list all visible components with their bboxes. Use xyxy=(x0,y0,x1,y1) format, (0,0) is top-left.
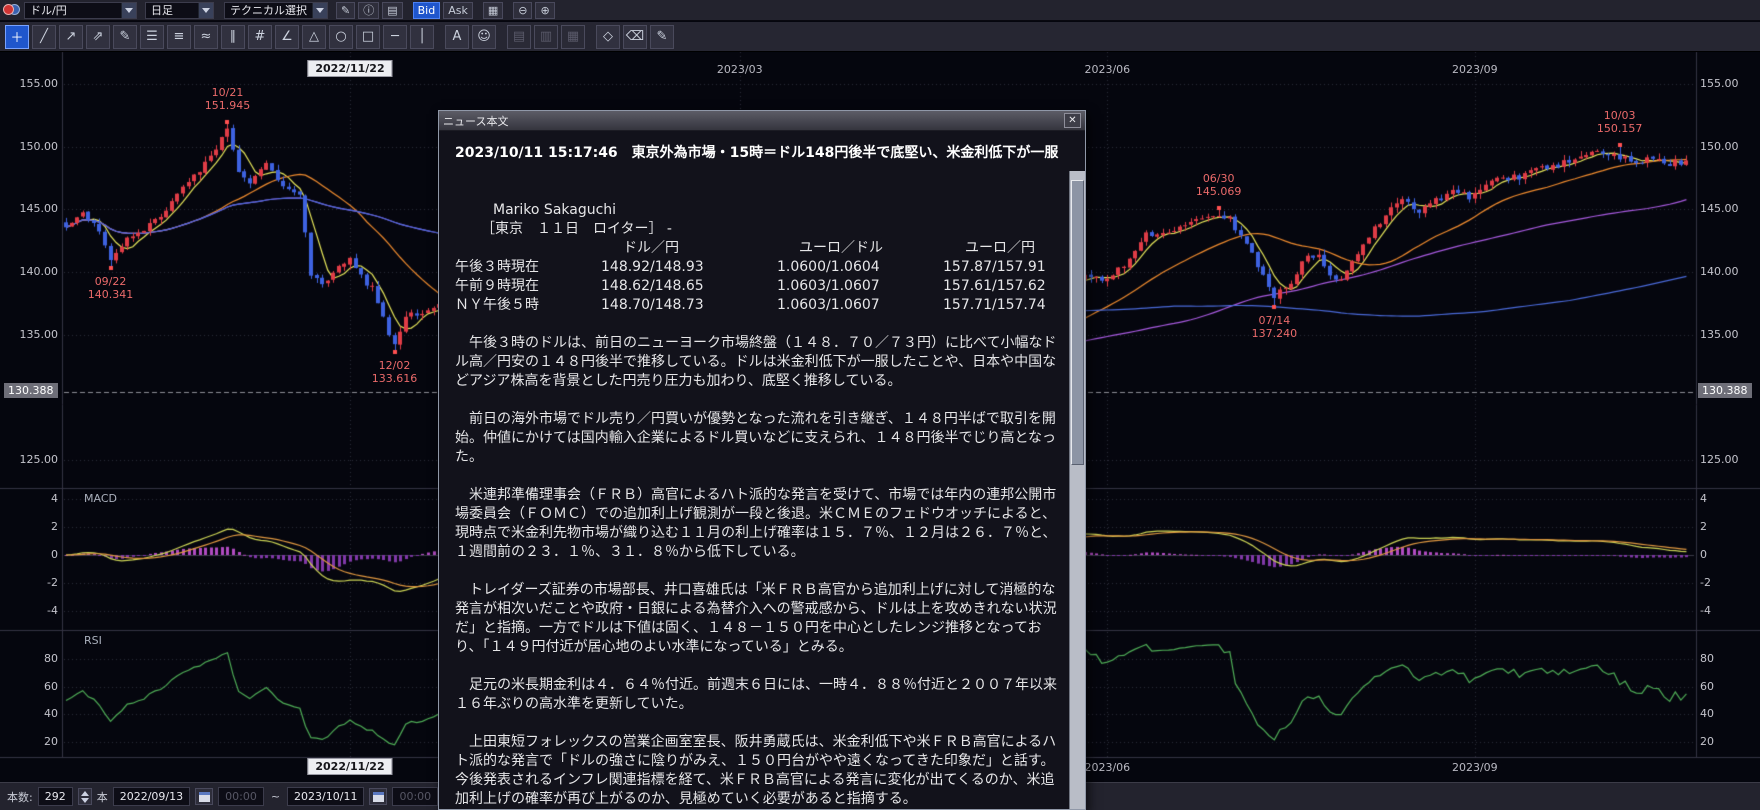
info-button[interactable]: ⓘ xyxy=(358,2,379,19)
bar-count-label: 本数: xyxy=(7,789,33,805)
news-paragraph: 米連邦準備理事会（ＦＲＢ）高官によるハト派的な発言を受けて、市場では年内の連邦公… xyxy=(455,486,1061,562)
news-paragraph: 足元の米長期金利は４．６４％付近。前週末６日には、一時４．８８％付近と２００７年… xyxy=(455,676,1061,714)
chevron-down-icon[interactable] xyxy=(198,3,213,18)
select-shape-tool[interactable]: ◇ xyxy=(596,25,620,49)
news-byline-line: ［東京 １１日 ロイター］ - xyxy=(481,220,1061,239)
rates-cell: 157.71/157.74 xyxy=(943,296,1069,315)
parallel-lines-tool[interactable]: ∥ xyxy=(221,25,245,49)
rates-cell: 午前９時現在 xyxy=(455,277,601,296)
currency-pair-icon xyxy=(3,3,21,17)
technical-selector-value: テクニカル選択 xyxy=(225,3,312,18)
ask-button[interactable]: Ask xyxy=(443,2,473,19)
news-paragraph: 上田東短フォレックスの営業企画室室長、阪井勇蔵氏は、米金利低下や米ＦＲＢ高官によ… xyxy=(455,733,1061,809)
calendar-icon[interactable] xyxy=(195,788,213,805)
angle-line-tool[interactable]: ∠ xyxy=(275,25,299,49)
drawing-settings-tool[interactable]: ✎ xyxy=(650,25,674,49)
icon-stamp-tool[interactable]: ☺ xyxy=(472,25,496,49)
news-byline-line: Mariko Sakaguchi xyxy=(493,201,1061,220)
grid-lines-tool[interactable]: # xyxy=(248,25,272,49)
rates-cell: 午後３時現在 xyxy=(455,258,601,277)
from-date-field[interactable]: 2022/09/13 xyxy=(113,787,190,806)
crosshair-tool[interactable]: ＋ xyxy=(5,25,29,49)
news-article-body: Mariko Sakaguchi［東京 １１日 ロイター］ -ドル／円ユーロ／ド… xyxy=(439,171,1069,809)
grid-settings-button[interactable]: ▦ xyxy=(483,2,503,19)
from-time-field[interactable]: 00:00 xyxy=(218,787,264,806)
rates-header-cell: ユーロ／ドル xyxy=(777,239,943,258)
rates-cell: 1.0603/1.0607 xyxy=(777,277,943,296)
rates-cell: 1.0603/1.0607 xyxy=(777,296,943,315)
scrollbar-thumb[interactable] xyxy=(1071,180,1084,465)
stepper-down-icon[interactable] xyxy=(81,798,89,803)
rates-cell: 157.87/157.91 xyxy=(943,258,1069,277)
layer-back-tool: ▥ xyxy=(534,25,558,49)
timeframe-selector[interactable]: 日足 xyxy=(145,2,214,19)
rates-header-cell: ユーロ／円 xyxy=(943,239,1069,258)
toolbar-button-row: ✎ⓘ▤ BidAsk ▦ ⊖⊕ xyxy=(336,2,555,19)
extended-line-tool[interactable]: ⇗ xyxy=(86,25,110,49)
zoom-in-button[interactable]: ⊕ xyxy=(535,2,554,19)
bar-unit-label: 本 xyxy=(97,789,108,805)
ray-line-tool[interactable]: ↗ xyxy=(59,25,83,49)
rates-header-cell xyxy=(455,239,601,258)
bid-button[interactable]: Bid xyxy=(413,2,441,19)
vertical-segment-tool[interactable]: │ xyxy=(410,25,434,49)
technical-selector[interactable]: テクニカル選択 xyxy=(224,2,328,19)
rectangle-tool[interactable]: □ xyxy=(356,25,380,49)
rates-cell: 157.61/157.62 xyxy=(943,277,1069,296)
trend-line-tool[interactable]: ╱ xyxy=(32,25,56,49)
trading-app: 155.00155.00150.00150.00145.00145.00140.… xyxy=(0,0,1760,810)
fibonacci-tool[interactable]: ≡ xyxy=(167,25,191,49)
horizontal-segment-tool[interactable]: ─ xyxy=(383,25,407,49)
bar-count-value[interactable]: 292 xyxy=(38,787,73,806)
pair-selector-value: ドル/円 xyxy=(25,3,121,18)
news-headline: 2023/10/11 15:17:46 東京外為市場・15時＝ドル148円後半で… xyxy=(439,131,1085,167)
main-toolbar: ドル/円 日足 テクニカル選択 ✎ⓘ▤ BidAsk ▦ ⊖⊕ xyxy=(0,0,1760,21)
range-separator: ~ xyxy=(271,790,280,803)
news-paragraph: 前日の海外市場でドル売り／円買いが優勢となった流れを引き継ぎ、１４８円半ばで取引… xyxy=(455,410,1061,467)
news-window-titlebar[interactable]: ニュース本文 ✕ xyxy=(439,111,1085,131)
news-paragraph: 午後３時のドルは、前日のニューヨーク市場終盤（１４８．７０／７３円）に比べて小幅… xyxy=(455,334,1061,391)
drawing-toolbar: ＋╱↗⇗✎☰≡≈∥#∠△○□─│A☺▤▥▦◇⌫✎ xyxy=(0,22,1760,52)
bar-count-stepper[interactable] xyxy=(78,788,92,805)
rates-cell: 1.0600/1.0604 xyxy=(777,258,943,277)
rates-cell: 148.92/148.93 xyxy=(601,258,777,277)
news-window-title: ニュース本文 xyxy=(443,113,508,129)
calendar-icon[interactable] xyxy=(369,788,387,805)
ellipse-tool[interactable]: ○ xyxy=(329,25,353,49)
to-time-field[interactable]: 00:00 xyxy=(392,787,438,806)
rates-cell: 148.70/148.73 xyxy=(601,296,777,315)
layer-front-tool: ▤ xyxy=(507,25,531,49)
draw-pencil-button[interactable]: ✎ xyxy=(336,2,355,19)
polygon-tool[interactable]: △ xyxy=(302,25,326,49)
rates-cell: 148.62/148.65 xyxy=(601,277,777,296)
news-scrollbar[interactable] xyxy=(1069,171,1085,809)
news-byline: Mariko Sakaguchi［東京 １１日 ロイター］ - xyxy=(455,201,1061,239)
rates-table: ドル／円ユーロ／ドルユーロ／円午後３時現在148.92/148.931.0600… xyxy=(455,239,1061,315)
chevron-down-icon[interactable] xyxy=(121,3,136,18)
news-window: ニュース本文 ✕ 2023/10/11 15:17:46 東京外為市場・15時＝… xyxy=(438,110,1086,810)
eraser-tool[interactable]: ⌫ xyxy=(623,25,647,49)
close-icon[interactable]: ✕ xyxy=(1064,113,1081,128)
chart-panel-button[interactable]: ▤ xyxy=(382,2,402,19)
to-date-field[interactable]: 2023/10/11 xyxy=(287,787,364,806)
chevron-down-icon[interactable] xyxy=(312,3,327,18)
stepper-up-icon[interactable] xyxy=(81,791,89,796)
pair-selector[interactable]: ドル/円 xyxy=(24,2,137,19)
horizontal-lines-tool[interactable]: ☰ xyxy=(140,25,164,49)
lock-drawing-tool: ▦ xyxy=(561,25,585,49)
text-tool[interactable]: A xyxy=(445,25,469,49)
timeframe-selector-value: 日足 xyxy=(146,3,198,18)
rates-cell: ＮＹ午後５時 xyxy=(455,296,601,315)
wave-line-tool[interactable]: ≈ xyxy=(194,25,218,49)
news-paragraph: トレイダーズ証券の市場部長、井口喜雄氏は「米ＦＲＢ高官から追加利上げに対して消極… xyxy=(455,581,1061,657)
zoom-out-button[interactable]: ⊖ xyxy=(513,2,532,19)
rates-header-cell: ドル／円 xyxy=(601,239,777,258)
freehand-draw-tool[interactable]: ✎ xyxy=(113,25,137,49)
